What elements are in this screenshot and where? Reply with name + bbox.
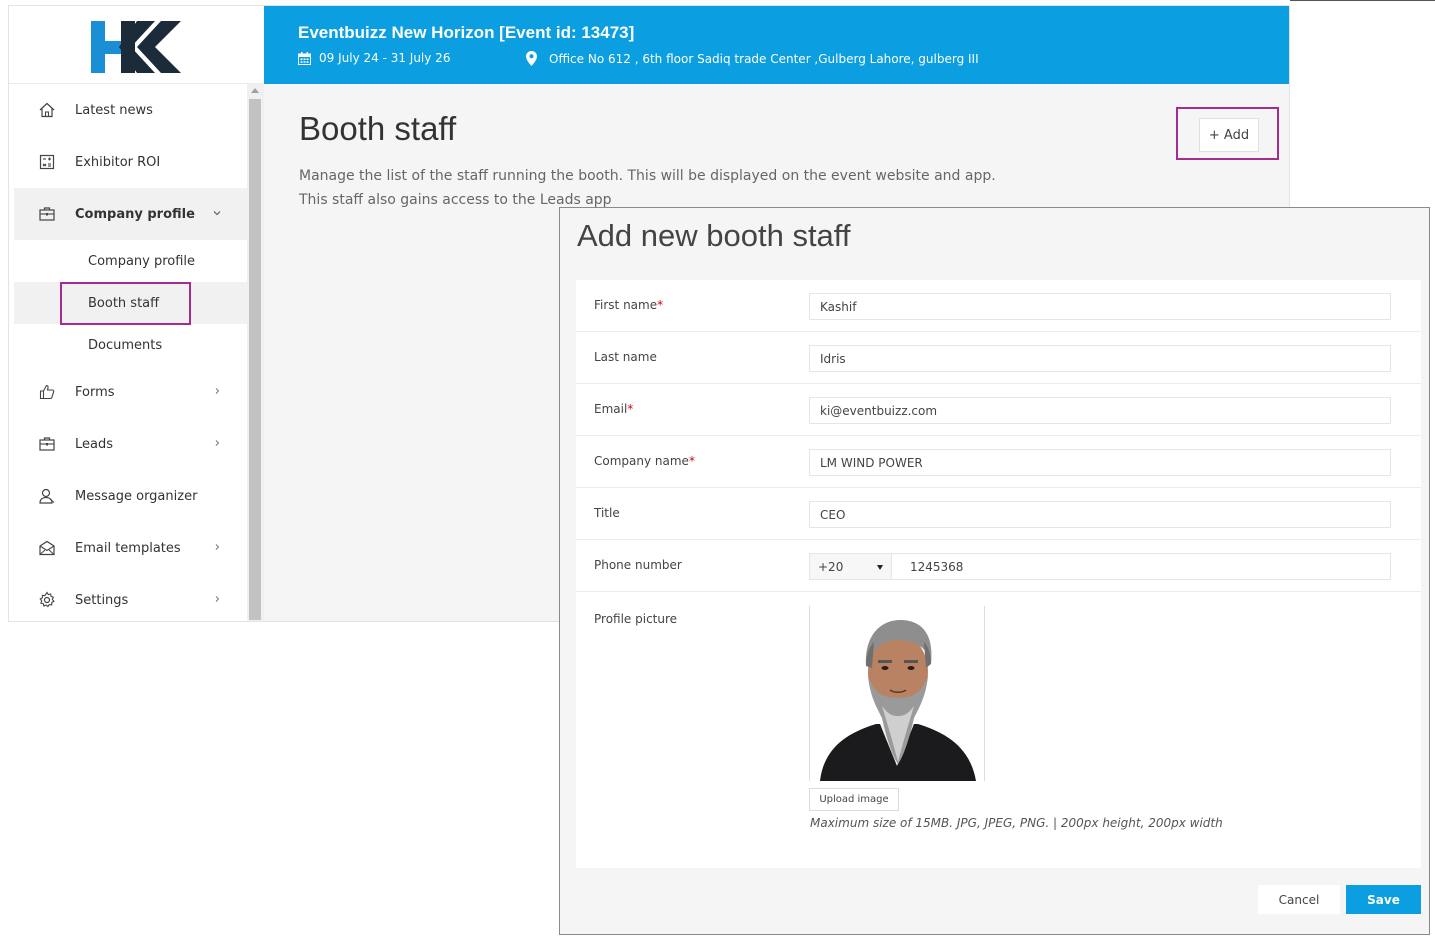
- sidebar-item-label: Exhibitor ROI: [75, 154, 161, 170]
- sidebar-item-leads[interactable]: Leads: [14, 418, 247, 470]
- event-location-text: Office No 612 , 6th floor Sadiq trade Ce…: [549, 51, 979, 66]
- briefcase-icon: [39, 207, 55, 221]
- profile-photo: [810, 606, 984, 781]
- envelope-icon: [39, 540, 55, 556]
- chevron-right-icon: [215, 440, 220, 446]
- cancel-button[interactable]: Cancel: [1258, 885, 1340, 914]
- add-button-highlight: [1176, 107, 1279, 160]
- event-title: Eventbuizz New Horizon [Event id: 13473]: [298, 23, 635, 42]
- form-row-title: Title CEO: [576, 488, 1421, 540]
- sidebar: Latest news Exhibitor ROI Company profil…: [9, 84, 247, 621]
- save-button[interactable]: Save: [1346, 885, 1421, 914]
- sidebar-subitem-documents[interactable]: Documents: [14, 324, 247, 366]
- sidebar-item-label: Leads: [75, 436, 114, 452]
- sidebar-item-label: Message organizer: [75, 488, 198, 504]
- phone-code-value: +20: [818, 559, 844, 574]
- user-icon: [39, 488, 55, 504]
- chevron-right-icon: [215, 388, 220, 394]
- top-edge-line: [1290, 0, 1435, 1]
- first-name-label: First name*: [594, 298, 664, 312]
- calculator-icon: [39, 154, 55, 170]
- company-name-input[interactable]: LM WIND POWER: [809, 449, 1391, 476]
- home-icon: [39, 102, 55, 118]
- phone-code-select[interactable]: +20: [809, 553, 892, 580]
- map-pin-icon: [526, 51, 537, 66]
- scroll-up-arrow-icon[interactable]: [251, 88, 259, 93]
- logo-area: [9, 6, 264, 84]
- scrollbar-thumb[interactable]: [249, 99, 261, 620]
- sidebar-item-label: Email templates: [75, 540, 181, 556]
- title-input[interactable]: CEO: [809, 501, 1391, 528]
- sidebar-item-forms[interactable]: Forms: [14, 366, 247, 418]
- chevron-right-icon: [215, 544, 220, 550]
- upload-hint: Maximum size of 15MB. JPG, JPEG, PNG. | …: [810, 816, 1223, 830]
- event-header: Eventbuizz New Horizon [Event id: 13473]…: [264, 6, 1289, 84]
- gear-icon: [39, 591, 55, 608]
- last-name-input[interactable]: Idris: [809, 345, 1391, 372]
- sidebar-item-exhibitor-roi[interactable]: Exhibitor ROI: [14, 136, 247, 188]
- email-label: Email*: [594, 402, 634, 416]
- sidebar-item-message-organizer[interactable]: Message organizer: [14, 470, 247, 522]
- sidebar-subitem-label: Company profile: [88, 253, 196, 269]
- modal-title: Add new booth staff: [577, 218, 851, 253]
- page-title: Booth staff: [299, 110, 457, 147]
- staff-form: First name* Kashif Last name Idris Email…: [576, 280, 1421, 868]
- profile-picture-preview: [809, 606, 985, 781]
- event-date-text: 09 July 24 - 31 July 26: [319, 51, 451, 65]
- form-row-last-name: Last name Idris: [576, 332, 1421, 384]
- chevron-right-icon: [215, 596, 220, 602]
- booth-staff-highlight: [60, 282, 191, 325]
- profile-picture-label: Profile picture: [594, 612, 678, 626]
- phone-number-input[interactable]: 1245368: [892, 553, 1391, 580]
- sidebar-item-label: Latest news: [75, 102, 153, 118]
- add-booth-staff-modal: Add new booth staff First name* Kashif L…: [559, 207, 1430, 935]
- first-name-input[interactable]: Kashif: [809, 293, 1391, 320]
- form-row-first-name: First name* Kashif: [576, 280, 1421, 332]
- briefcase-icon: [39, 437, 55, 451]
- event-location: Office No 612 , 6th floor Sadiq trade Ce…: [526, 51, 979, 66]
- upload-image-button[interactable]: Upload image: [809, 788, 899, 811]
- caret-down-icon: [877, 565, 883, 570]
- hk-logo[interactable]: [91, 21, 183, 73]
- sidebar-item-label: Forms: [75, 384, 115, 400]
- sidebar-subitem-company-profile[interactable]: Company profile: [14, 240, 247, 282]
- sidebar-item-email-templates[interactable]: Email templates: [14, 522, 247, 574]
- form-row-email: Email* ki@eventbuizz.com: [576, 384, 1421, 436]
- chevron-down-icon: [213, 211, 221, 216]
- event-date: 09 July 24 - 31 July 26: [298, 51, 450, 65]
- company-name-label: Company name*: [594, 454, 695, 468]
- sidebar-item-label: Company profile: [75, 206, 195, 222]
- calendar-icon: [298, 51, 311, 65]
- phone-label: Phone number: [594, 558, 682, 572]
- sidebar-subitem-label: Documents: [88, 337, 163, 353]
- form-row-phone: Phone number +20 1245368: [576, 540, 1421, 592]
- sidebar-item-settings[interactable]: Settings: [14, 574, 247, 621]
- sidebar-item-latest-news[interactable]: Latest news: [14, 84, 247, 136]
- thumbs-up-icon: [39, 384, 55, 400]
- email-input[interactable]: ki@eventbuizz.com: [809, 397, 1391, 424]
- sidebar-item-company-profile[interactable]: Company profile: [14, 188, 247, 240]
- title-label: Title: [594, 506, 620, 520]
- page-description: Manage the list of the staff running the…: [299, 168, 996, 208]
- sidebar-scrollbar[interactable]: [247, 84, 264, 621]
- last-name-label: Last name: [594, 350, 657, 364]
- sidebar-item-label: Settings: [75, 592, 129, 608]
- screenshot-root: Eventbuizz New Horizon [Event id: 13473]…: [0, 0, 1435, 941]
- form-row-company-name: Company name* LM WIND POWER: [576, 436, 1421, 488]
